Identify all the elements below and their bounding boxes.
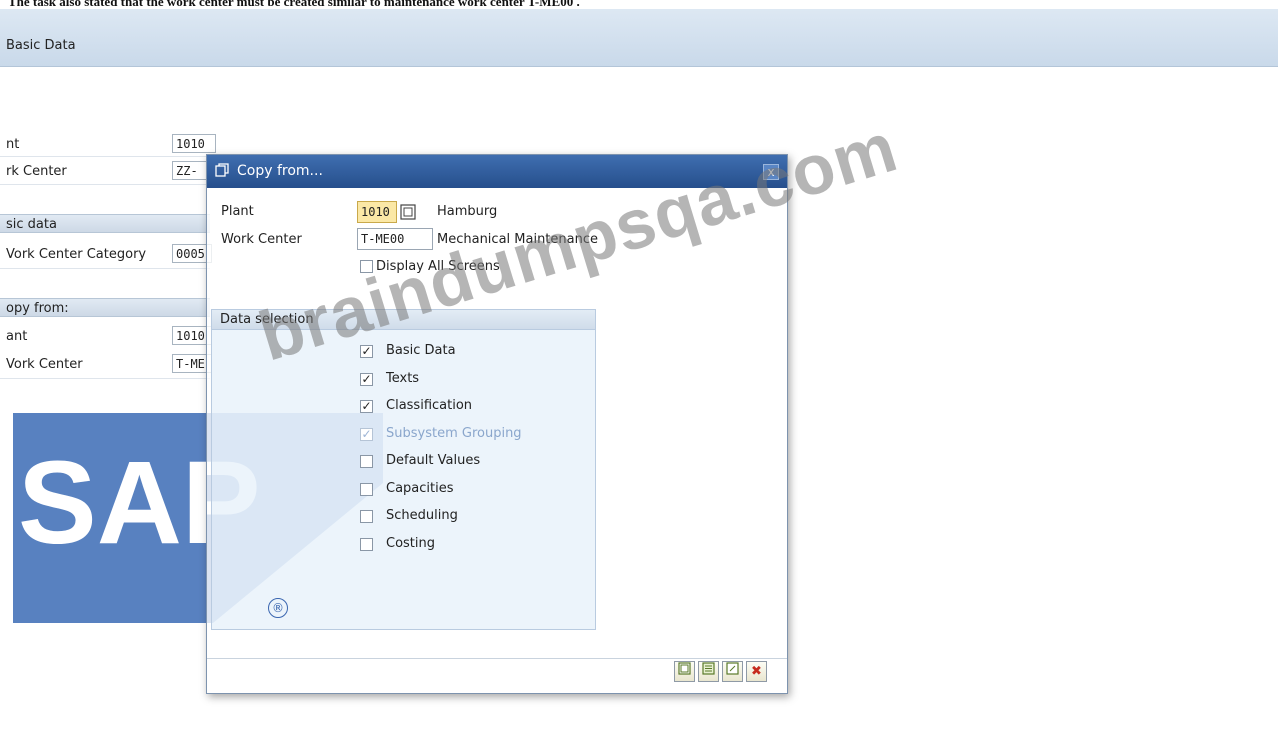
- work-center-category-label: Vork Center Category: [6, 247, 147, 262]
- work-center-label: rk Center: [6, 164, 67, 179]
- row-divider: [0, 378, 210, 379]
- deselect-icon: [726, 662, 739, 675]
- copy-plant-label: ant: [6, 329, 28, 344]
- plant-field[interactable]: 1010: [172, 134, 216, 153]
- tab-basic-data[interactable]: Basic Data: [6, 38, 76, 53]
- checkbox-default-values[interactable]: [360, 455, 373, 468]
- copy-button[interactable]: [674, 661, 695, 682]
- work-center-label: Work Center: [221, 232, 302, 247]
- plant-input[interactable]: 1010: [357, 201, 397, 223]
- copy-icon: [678, 662, 691, 675]
- plant-description: Hamburg: [437, 204, 498, 219]
- label-classification: Classification: [386, 398, 473, 413]
- checkbox-costing[interactable]: [360, 538, 373, 551]
- copy-icon: [215, 163, 229, 177]
- basic-data-group: sic data: [0, 214, 210, 233]
- label-subsystem-grouping: Subsystem Grouping: [386, 426, 522, 441]
- dialog-title: Copy from...: [237, 163, 323, 179]
- row-divider: [0, 268, 210, 269]
- checkbox-capacities[interactable]: [360, 483, 373, 496]
- plant-label: nt: [6, 137, 20, 152]
- label-basic-data: Basic Data: [386, 343, 456, 358]
- checkbox-subsystem-grouping[interactable]: ✓: [360, 428, 373, 441]
- row-divider: [0, 184, 210, 185]
- row-divider: [0, 156, 210, 157]
- value-help-icon[interactable]: [400, 204, 416, 220]
- label-costing: Costing: [386, 536, 436, 551]
- select-all-icon: [702, 662, 715, 675]
- checkbox-classification[interactable]: ✓: [360, 400, 373, 413]
- select-all-button[interactable]: [698, 661, 719, 682]
- cancel-button[interactable]: ✖: [746, 661, 767, 682]
- deselect-button[interactable]: [722, 661, 743, 682]
- dialog-footer-divider: [207, 658, 787, 659]
- copy-from-group: opy from:: [0, 298, 210, 317]
- plant-label: Plant: [221, 204, 254, 219]
- caption-strip: The task also stated that the work cente…: [0, 0, 1278, 9]
- registered-mark: ®: [268, 598, 288, 618]
- label-texts: Texts: [386, 371, 420, 386]
- copy-work-center-label: Vork Center: [6, 357, 83, 372]
- label-scheduling: Scheduling: [386, 508, 458, 523]
- label-default-values: Default Values: [386, 453, 481, 468]
- caption-text: The task also stated that the work cente…: [8, 0, 580, 9]
- checkbox-texts[interactable]: ✓: [360, 373, 373, 386]
- tab-header: Basic Data: [0, 9, 1278, 67]
- checkbox-scheduling[interactable]: [360, 510, 373, 523]
- label-capacities: Capacities: [386, 481, 454, 496]
